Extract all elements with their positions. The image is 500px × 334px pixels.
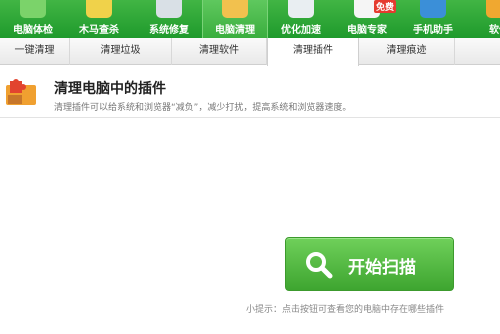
- repair-icon: [156, 0, 182, 18]
- nav-item-trojan[interactable]: 木马查杀: [66, 0, 132, 38]
- broom-icon: [222, 0, 248, 18]
- nav-label: 电脑专家: [347, 25, 387, 36]
- tab-clean-junk[interactable]: 清理垃圾: [70, 38, 172, 65]
- nav-label: 手机助手: [413, 25, 453, 36]
- nav-label: 优化加速: [281, 25, 321, 36]
- tab-clean-software[interactable]: 清理软件: [172, 38, 267, 65]
- puzzle-plugin-icon: [6, 79, 36, 105]
- nav-item-cleanup[interactable]: 电脑清理: [202, 0, 268, 38]
- tip-text: 小提示：点击按钮可查看您的电脑中存在哪些插件: [246, 305, 445, 315]
- page-title: 清理电脑中的插件: [54, 81, 166, 97]
- start-scan-label: 开始扫描: [348, 258, 416, 278]
- nav-label: 木马查杀: [79, 25, 119, 36]
- tab-clean-plugins[interactable]: 清理插件: [267, 38, 359, 66]
- checkup-icon: [20, 0, 46, 18]
- page-description: 清理插件可以给系统和浏览器“减负”，减少打扰，提高系统和浏览器速度。: [54, 103, 352, 113]
- software-icon: [486, 0, 500, 18]
- nav-item-optimize[interactable]: 优化加速: [268, 0, 334, 38]
- nav-label: 软件: [489, 25, 500, 36]
- trojan-icon: [86, 0, 112, 18]
- cleanup-tabs: 一键清理 清理垃圾 清理软件 清理插件 清理痕迹: [0, 38, 500, 66]
- nav-item-repair[interactable]: 系统修复: [136, 0, 202, 38]
- phone-icon: [420, 0, 446, 18]
- tab-one-click[interactable]: 一键清理: [0, 38, 70, 65]
- rocket-icon: [288, 0, 314, 18]
- nav-item-software[interactable]: 软件: [466, 0, 500, 38]
- tab-clean-traces[interactable]: 清理痕迹: [359, 38, 455, 65]
- nav-item-expert[interactable]: 免费 电脑专家: [334, 0, 400, 38]
- nav-label: 系统修复: [149, 25, 189, 36]
- top-nav: 电脑体检 木马查杀 系统修复 电脑清理 优化加速 免费 电脑专家 手机助手 软件: [0, 0, 500, 38]
- nav-item-phone[interactable]: 手机助手: [400, 0, 466, 38]
- nav-label: 电脑体检: [13, 25, 53, 36]
- nav-item-checkup[interactable]: 电脑体检: [0, 0, 66, 38]
- nav-label: 电脑清理: [215, 25, 255, 36]
- free-badge: 免费: [374, 0, 397, 13]
- section-header: 清理电脑中的插件 清理插件可以给系统和浏览器“减负”，减少打扰，提高系统和浏览器…: [0, 66, 500, 118]
- start-scan-button[interactable]: 开始扫描: [285, 237, 454, 291]
- search-icon: [306, 252, 333, 279]
